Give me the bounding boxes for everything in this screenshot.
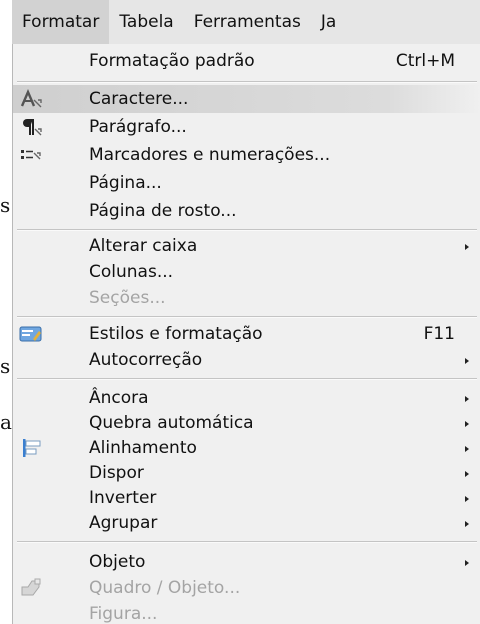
- separator: [17, 316, 477, 318]
- submenu-arrow-icon: [465, 496, 469, 502]
- submenu-arrow-icon: [465, 244, 469, 250]
- menu-item-label: Página...: [89, 173, 162, 193]
- menu-item-pagina[interactable]: Página...: [13, 169, 480, 197]
- document-text-fragment: s: [0, 354, 11, 378]
- separator: [17, 378, 477, 380]
- bullets-icon: [19, 144, 43, 166]
- submenu-arrow-icon: [465, 421, 469, 427]
- menu-item-figura: Figura...: [13, 600, 480, 624]
- menu-janela[interactable]: Ja: [311, 0, 346, 44]
- submenu-arrow-icon: [465, 560, 469, 566]
- menu-item-label: Seções...: [89, 288, 166, 308]
- styles-icon: [19, 323, 43, 345]
- submenu-arrow-icon: [465, 358, 469, 364]
- menu-item-inverter[interactable]: Inverter: [13, 484, 480, 512]
- submenu-arrow-icon: [465, 446, 469, 452]
- menu-item-label: Colunas...: [89, 262, 174, 282]
- character-icon: [19, 88, 43, 110]
- submenu-arrow-icon: [465, 396, 469, 402]
- menu-item-label: Autocorreção: [89, 350, 203, 370]
- menu-ferramentas[interactable]: Ferramentas: [184, 0, 311, 44]
- menu-item-agrupar[interactable]: Agrupar: [13, 509, 480, 537]
- menu-item-dispor[interactable]: Dispor: [13, 459, 480, 487]
- menu-formatar[interactable]: Formatar: [12, 0, 110, 44]
- menu-item-label: Objeto: [89, 552, 146, 572]
- menu-item-label: Quebra automática: [89, 413, 254, 433]
- separator: [17, 541, 477, 543]
- menu-item-pagina-de-rosto[interactable]: Página de rosto...: [13, 197, 480, 225]
- menu-item-label: Agrupar: [89, 513, 158, 533]
- menu-item-label: Dispor: [89, 463, 144, 483]
- shortcut-text: Ctrl+M: [395, 51, 455, 71]
- menu-item-label: Figura...: [89, 604, 158, 624]
- menu-item-objeto[interactable]: Objeto: [13, 548, 480, 576]
- menu-item-label: Alterar caixa: [89, 236, 198, 256]
- menu-item-caractere[interactable]: Caractere...: [13, 85, 480, 113]
- menu-bar: Formatar Tabela Ferramentas Ja: [12, 0, 480, 45]
- menu-item-quebra-automatica[interactable]: Quebra automática: [13, 409, 480, 437]
- menu-tabela[interactable]: Tabela: [109, 0, 183, 44]
- paragraph-icon: [19, 116, 43, 138]
- menu-item-alinhamento[interactable]: Alinhamento: [13, 434, 480, 462]
- menu-item-estilos-e-formatacao[interactable]: Estilos e formatação F11: [13, 320, 480, 348]
- menu-item-label: Marcadores e numerações...: [89, 145, 331, 165]
- menu-item-secoes: Seções...: [13, 284, 480, 312]
- menu-item-quadro-objeto: Quadro / Objeto...: [13, 574, 480, 602]
- formatar-dropdown-menu: Formatação padrão Ctrl+M Caractere... Pa…: [12, 44, 480, 624]
- submenu-arrow-icon: [465, 521, 469, 527]
- menu-item-label: Caractere...: [89, 89, 189, 109]
- menu-item-label: Âncora: [89, 388, 149, 408]
- menu-item-label: Parágrafo...: [89, 117, 187, 137]
- menu-item-label: Estilos e formatação: [89, 324, 263, 344]
- document-text-fragment: a: [0, 410, 12, 434]
- menu-item-label: Alinhamento: [89, 438, 197, 458]
- menu-item-ancora[interactable]: Âncora: [13, 384, 480, 412]
- menu-item-marcadores[interactable]: Marcadores e numerações...: [13, 141, 480, 169]
- menu-item-autocorrecao[interactable]: Autocorreção: [13, 346, 480, 374]
- menu-item-paragrafo[interactable]: Parágrafo...: [13, 113, 480, 141]
- submenu-arrow-icon: [465, 471, 469, 477]
- frame-object-icon: [19, 577, 43, 599]
- shortcut-text: F11: [423, 324, 455, 344]
- separator: [17, 81, 477, 83]
- separator: [17, 229, 477, 231]
- alignment-icon: [19, 437, 43, 459]
- menu-item-label: Página de rosto...: [89, 201, 237, 221]
- document-text-fragment: s: [0, 193, 11, 217]
- menu-item-formatacao-padrao[interactable]: Formatação padrão Ctrl+M: [13, 47, 480, 75]
- menu-item-label: Inverter: [89, 488, 157, 508]
- menu-item-colunas[interactable]: Colunas...: [13, 258, 480, 286]
- menu-item-label: Formatação padrão: [89, 51, 255, 71]
- menu-item-alterar-caixa[interactable]: Alterar caixa: [13, 232, 480, 260]
- menu-item-label: Quadro / Objeto...: [89, 578, 241, 598]
